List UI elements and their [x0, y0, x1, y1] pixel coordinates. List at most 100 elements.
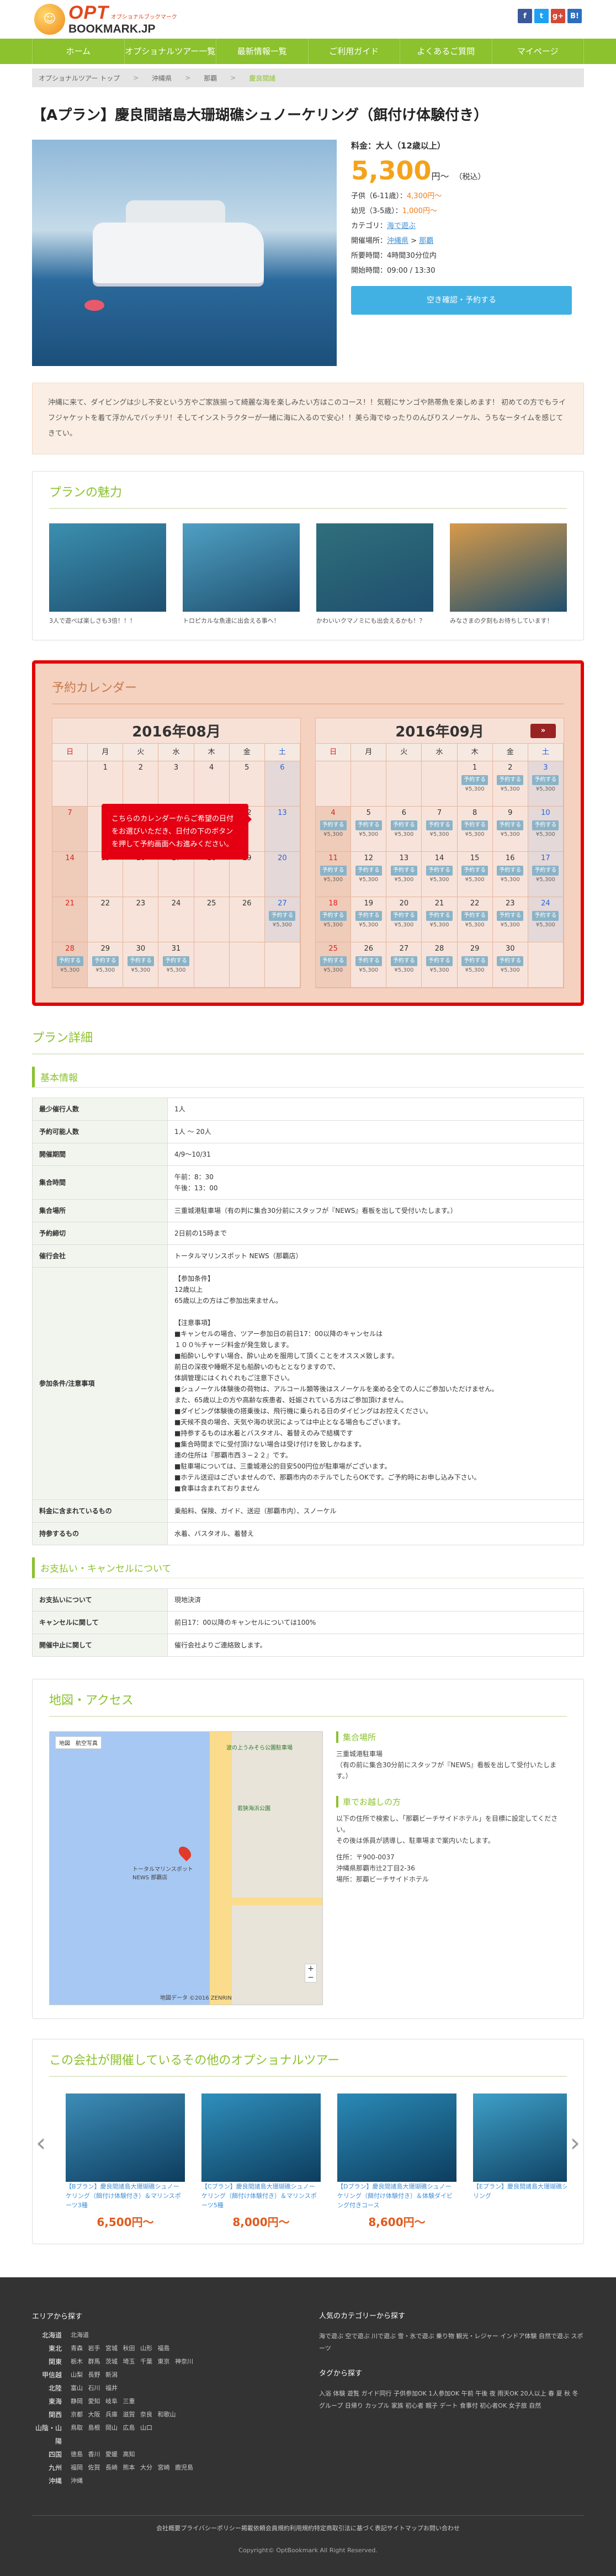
calendar-day-number: 3 — [173, 764, 179, 772]
other-tour-link[interactable]: 【Cプラン】慶良間諸島大珊瑚礁シュノーケリング（餌付け体験付き）＆マリンスポーツ… — [201, 2183, 317, 2209]
calendar-day-price: ¥5,300 — [429, 922, 449, 928]
calendar-reserve-button[interactable]: 予約する — [320, 820, 347, 830]
area-prefectures[interactable]: 鳥取 島根 岡山 広島 山口 — [71, 2421, 152, 2448]
calendar-day-number: 25 — [206, 899, 216, 908]
calendar-reserve-button[interactable]: 予約する — [532, 820, 559, 830]
nav-item-4[interactable]: よくあるご質問 — [400, 39, 492, 64]
breadcrumb-item-1[interactable]: 沖縄県 — [152, 73, 172, 83]
carousel-next-icon[interactable]: › — [570, 2128, 580, 2158]
other-tour-link[interactable]: 【Eプラン】慶良間諸島大珊瑚礁シュノーケリング — [473, 2183, 567, 2199]
footer-link-0[interactable]: 会社概要 — [156, 2525, 180, 2532]
calendar-day-price: ¥5,300 — [394, 877, 414, 883]
car-heading: 車でお越しの方 — [336, 1796, 567, 1808]
place-link-city[interactable]: 那覇 — [419, 237, 433, 245]
carousel-prev-icon[interactable]: ‹ — [36, 2128, 46, 2158]
calendar-reserve-button[interactable]: 予約する — [426, 956, 453, 966]
calendar-day-price: ¥5,300 — [166, 967, 186, 973]
calendar-reserve-button[interactable]: 予約する — [390, 911, 417, 921]
calendar-reserve-button[interactable]: 予約する — [497, 911, 524, 921]
nav-item-1[interactable]: オプショナルツアー一覧 — [124, 39, 216, 64]
calendar-reserve-button[interactable]: 予約する — [426, 911, 453, 921]
calendar-reserve-button[interactable]: 予約する — [461, 775, 488, 785]
area-prefectures[interactable]: 京都 大阪 兵庫 滋賀 奈良 和歌山 — [71, 2408, 176, 2421]
charm-photo — [450, 523, 567, 612]
calendar-reserve-button[interactable]: 予約する — [532, 866, 559, 876]
calendar-reserve-button[interactable]: 予約する — [497, 775, 524, 785]
access-map[interactable]: 地図 航空写真 波の上うみそら公園駐車場 トータルマリンスポット NEWS 那覇… — [49, 1731, 323, 2005]
map-zoom-control[interactable]: + − — [305, 1964, 317, 1983]
calendar-reserve-button[interactable]: 予約する — [390, 866, 417, 876]
calendar-reserve-button[interactable]: 予約する — [355, 956, 382, 966]
nav-item-0[interactable]: ホーム — [32, 39, 124, 64]
calendar-reserve-button[interactable]: 予約する — [390, 956, 417, 966]
calendar-reserve-button[interactable]: 予約する — [320, 911, 347, 921]
map-type-toggle[interactable]: 地図 航空写真 — [55, 1736, 102, 1749]
area-row: 九州 福岡 佐賀 長崎 熊本 大分 宮崎 鹿児島 — [32, 2461, 297, 2474]
area-prefectures[interactable]: 福岡 佐賀 長崎 熊本 大分 宮崎 鹿児島 — [71, 2461, 193, 2474]
calendar-day: 1 予約する ¥5,300 — [457, 761, 493, 807]
nav-item-5[interactable]: マイページ — [491, 39, 584, 64]
reserve-button[interactable]: 空き確認・予約する — [351, 286, 572, 315]
footer-link-5[interactable]: 特定商取引法に基づく表記 — [314, 2525, 387, 2532]
calendar-next-button[interactable]: » — [530, 724, 556, 738]
footer-link-6[interactable]: サイトマップ — [387, 2525, 423, 2532]
calendar-reserve-button[interactable]: 予約する — [497, 956, 524, 966]
table-row: キャンセルに関して 前日17：00以降のキャンセルについては100% — [32, 1611, 584, 1634]
area-prefectures[interactable]: 青森 岩手 宮城 秋田 山形 福島 — [71, 2342, 169, 2355]
calendar-reserve-button[interactable]: 予約する — [92, 956, 119, 966]
calendar-reserve-button[interactable]: 予約する — [461, 820, 488, 830]
area-prefectures[interactable]: 北海道 — [71, 2329, 89, 2342]
calendar-reserve-button[interactable]: 予約する — [426, 820, 453, 830]
footer-link-2[interactable]: 掲載依頼 — [241, 2525, 265, 2532]
calendar-reserve-button[interactable]: 予約する — [127, 956, 154, 966]
site-logo[interactable]: ☺ OPT オプショナルブックマーク BOOKMARK.JP — [34, 3, 177, 35]
calendar-reserve-button[interactable]: 予約する — [355, 911, 382, 921]
other-tour-item[interactable]: 【Dプラン】慶良間諸島大珊瑚礁シュノーケリング（餌付け体験付き）＆体験ダイビング… — [337, 2093, 456, 2229]
calendar-reserve-button[interactable]: 予約する — [56, 956, 83, 966]
calendar-reserve-button[interactable]: 予約する — [532, 775, 559, 785]
calendar-reserve-button[interactable]: 予約する — [497, 866, 524, 876]
calendar-reserve-button[interactable]: 予約する — [269, 911, 296, 921]
calendar-reserve-button[interactable]: 予約する — [532, 911, 559, 921]
place-link-pref[interactable]: 沖縄県 — [387, 237, 408, 245]
tag-links[interactable]: 入浴 体験 遊覧 ガイド同行 子供参加OK 1人参加OK 午前 午後 夜 雨天O… — [319, 2388, 584, 2412]
calendar-day-price: ¥5,300 — [323, 967, 343, 973]
area-prefectures[interactable]: 栃木 群馬 茨城 埼玉 千葉 東京 神奈川 — [71, 2355, 193, 2368]
other-tour-item[interactable]: 【Eプラン】慶良間諸島大珊瑚礁シュノーケリング — [473, 2093, 567, 2229]
breadcrumb-item-2[interactable]: 那覇 — [204, 73, 217, 83]
nav-item-2[interactable]: 最新情報一覧 — [216, 39, 308, 64]
category-link[interactable]: 海で遊ぶ — [387, 222, 416, 230]
footer-link-7[interactable]: お問い合わせ — [423, 2525, 460, 2532]
social-icon-2[interactable]: g+ — [551, 9, 565, 23]
footer-link-3[interactable]: 会員規約 — [265, 2525, 290, 2532]
calendar-reserve-button[interactable]: 予約する — [320, 956, 347, 966]
social-icon-3[interactable]: B! — [567, 9, 582, 23]
calendar-reserve-button[interactable]: 予約する — [355, 820, 382, 830]
calendar-reserve-button[interactable]: 予約する — [320, 866, 347, 876]
nav-item-3[interactable]: ご利用ガイド — [307, 39, 400, 64]
area-prefectures[interactable]: 富山 石川 福井 — [71, 2382, 118, 2395]
calendar-reserve-button[interactable]: 予約する — [461, 956, 488, 966]
calendar-reserve-button[interactable]: 予約する — [390, 820, 417, 830]
calendar-reserve-button[interactable]: 予約する — [497, 820, 524, 830]
calendar-reserve-button[interactable]: 予約する — [426, 866, 453, 876]
calendar-reserve-button[interactable]: 予約する — [461, 866, 488, 876]
other-tour-item[interactable]: 【Cプラン】慶良間諸島大珊瑚礁シュノーケリング（餌付け体験付き）＆マリンスポーツ… — [201, 2093, 321, 2229]
area-prefectures[interactable]: 山梨 長野 新潟 — [71, 2368, 118, 2382]
other-tour-link[interactable]: 【Dプラン】慶良間諸島大珊瑚礁シュノーケリング（餌付け体験付き）＆体験ダイビング… — [337, 2183, 453, 2209]
calendar-reserve-button[interactable]: 予約する — [355, 866, 382, 876]
area-prefectures[interactable]: 徳島 香川 愛媛 高知 — [71, 2448, 135, 2461]
category-links[interactable]: 海で遊ぶ 空で遊ぶ 川で遊ぶ 雪・氷で遊ぶ 乗り物 観光・レジャー インドア体験… — [319, 2330, 584, 2355]
social-icon-0[interactable]: f — [518, 9, 532, 23]
calendar-reserve-button[interactable]: 予約する — [162, 956, 189, 966]
other-tour-item[interactable]: 【Bプラン】慶良間諸島大珊瑚礁シュノーケリング（餌付け体験付き）＆マリンスポーツ… — [66, 2093, 185, 2229]
social-icon-1[interactable]: t — [534, 9, 549, 23]
area-prefectures[interactable]: 静岡 愛知 岐阜 三重 — [71, 2395, 135, 2408]
area-prefectures[interactable]: 沖縄 — [71, 2474, 83, 2488]
calendar-reserve-button[interactable]: 予約する — [461, 911, 488, 921]
footer-link-4[interactable]: 利用規約 — [290, 2525, 314, 2532]
breadcrumb-item-0[interactable]: オプショナルツアー トップ — [39, 73, 120, 83]
other-tour-link[interactable]: 【Bプラン】慶良間諸島大珊瑚礁シュノーケリング（餌付け体験付き）＆マリンスポーツ… — [66, 2183, 181, 2209]
calendar-day: 11 予約する ¥5,300 — [316, 852, 352, 897]
footer-link-1[interactable]: プライバシーポリシー — [180, 2525, 241, 2532]
